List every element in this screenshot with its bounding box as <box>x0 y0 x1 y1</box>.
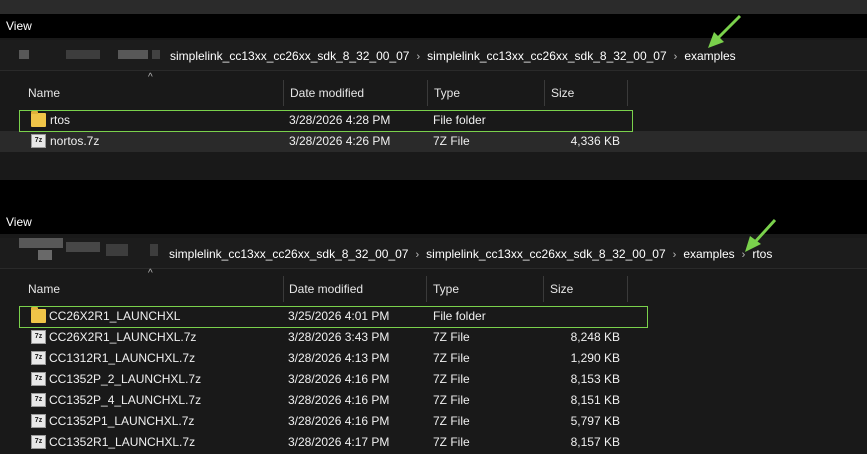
file-row[interactable]: 7z CC1352P1_LAUNCHXL.7z 3/28/2026 4:16 P… <box>0 411 867 432</box>
breadcrumb-item[interactable]: examples <box>683 247 734 261</box>
file-date: 3/25/2026 4:01 PM <box>288 309 390 323</box>
file-type: 7Z File <box>433 435 470 449</box>
file-row[interactable]: CC26X2R1_LAUNCHXL 3/25/2026 4:01 PM File… <box>0 306 867 327</box>
redacted-path <box>66 50 100 59</box>
file-size: 1,290 KB <box>570 351 620 365</box>
file-name: rtos <box>50 113 71 127</box>
redacted-path <box>152 50 160 59</box>
file-size <box>548 306 620 327</box>
redacted-path <box>106 244 128 256</box>
file-size: 4,336 KB <box>570 134 620 148</box>
file-date: 3/28/2026 4:28 PM <box>289 113 391 127</box>
file-row[interactable]: rtos 3/28/2026 4:28 PM File folder <box>0 110 867 131</box>
redacted-path <box>150 244 158 256</box>
column-header-date[interactable]: Date modified <box>284 80 428 106</box>
file-size: 5,797 KB <box>570 414 620 428</box>
file-name: CC26X2R1_LAUNCHXL.7z <box>49 330 197 344</box>
explorer-window-top: View simplelink_cc13xx_cc26xx_sdk_8_32_0… <box>0 0 867 180</box>
file-date: 3/28/2026 4:16 PM <box>288 393 390 407</box>
file-name: CC1312R1_LAUNCHXL.7z <box>49 351 196 365</box>
chevron-right-icon: › <box>673 51 678 63</box>
file-type: 7Z File <box>433 330 470 344</box>
file-name: CC1352R1_LAUNCHXL.7z <box>49 435 196 449</box>
address-bar[interactable]: simplelink_cc13xx_cc26xx_sdk_8_32_00_07 ›… <box>0 238 867 269</box>
file-size: 8,248 KB <box>570 330 620 344</box>
breadcrumb-item[interactable]: simplelink_cc13xx_cc26xx_sdk_8_32_00_07 <box>427 49 666 63</box>
breadcrumb-item[interactable]: simplelink_cc13xx_cc26xx_sdk_8_32_00_07 <box>426 247 665 261</box>
file-row[interactable]: 7z CC1352P_4_LAUNCHXL.7z 3/28/2026 4:16 … <box>0 390 867 411</box>
archive-file-icon: 7z <box>31 393 46 407</box>
file-size: 8,153 KB <box>570 372 620 386</box>
file-size <box>548 110 620 131</box>
archive-file-icon: 7z <box>31 372 46 386</box>
chevron-right-icon: › <box>415 249 420 261</box>
menu-bar: View <box>0 210 867 234</box>
column-header-size[interactable]: Size <box>545 80 628 106</box>
file-list: rtos 3/28/2026 4:28 PM File folder 7z no… <box>0 110 867 152</box>
separator <box>0 180 867 210</box>
arrow-annotation-icon <box>708 14 742 48</box>
file-type: 7Z File <box>433 372 470 386</box>
file-type: 7Z File <box>433 393 470 407</box>
file-size: 8,157 KB <box>570 435 620 449</box>
file-date: 3/28/2026 4:13 PM <box>288 351 390 365</box>
column-header: ^ Name Date modified Type Size <box>0 268 867 302</box>
redacted-path <box>66 242 100 252</box>
chevron-right-icon: › <box>672 249 677 261</box>
file-row[interactable]: 7z CC1312R1_LAUNCHXL.7z 3/28/2026 4:13 P… <box>0 348 867 369</box>
file-date: 3/28/2026 4:16 PM <box>288 414 390 428</box>
file-row[interactable]: 7z CC1352R1_LAUNCHXL.7z 3/28/2026 4:17 P… <box>0 432 867 453</box>
file-name: nortos.7z <box>50 134 100 148</box>
explorer-window-bottom: View simplelink_cc13xx_cc26xx_sdk_8_32_0… <box>0 210 867 454</box>
file-type: 7Z File <box>433 351 470 365</box>
archive-file-icon: 7z <box>31 414 46 428</box>
file-type: 7Z File <box>433 414 470 428</box>
column-header-date[interactable]: Date modified <box>283 276 427 302</box>
column-header-name[interactable]: Name <box>22 276 284 302</box>
file-type: 7Z File <box>433 134 470 148</box>
column-header-type[interactable]: Type <box>428 80 545 106</box>
file-type: File folder <box>433 309 486 323</box>
archive-file-icon: 7z <box>31 351 46 365</box>
column-header-size[interactable]: Size <box>544 276 628 302</box>
file-name: CC1352P_4_LAUNCHXL.7z <box>49 393 202 407</box>
file-row[interactable]: 7z nortos.7z 3/28/2026 4:26 PM 7Z File 4… <box>0 131 867 152</box>
archive-file-icon: 7z <box>31 134 46 148</box>
arrow-annotation-icon <box>745 218 777 252</box>
file-name: CC1352P_2_LAUNCHXL.7z <box>49 372 202 386</box>
file-date: 3/28/2026 4:16 PM <box>288 372 390 386</box>
file-date: 3/28/2026 4:26 PM <box>289 134 391 148</box>
column-header-name[interactable]: Name <box>22 80 284 106</box>
view-menu[interactable]: View <box>6 19 32 33</box>
file-name: CC26X2R1_LAUNCHXL <box>49 309 181 323</box>
redacted-path <box>118 50 148 59</box>
redacted-path <box>19 238 63 248</box>
chevron-right-icon: › <box>416 51 421 63</box>
file-row[interactable]: 7z CC1352P_2_LAUNCHXL.7z 3/28/2026 4:16 … <box>0 369 867 390</box>
folder-icon <box>31 307 46 323</box>
breadcrumb-item[interactable]: simplelink_cc13xx_cc26xx_sdk_8_32_00_07 <box>169 247 408 261</box>
file-list: CC26X2R1_LAUNCHXL 3/25/2026 4:01 PM File… <box>0 306 867 453</box>
archive-file-icon: 7z <box>31 435 46 449</box>
file-name: CC1352P1_LAUNCHXL.7z <box>49 414 195 428</box>
archive-file-icon: 7z <box>31 330 46 344</box>
breadcrumb: simplelink_cc13xx_cc26xx_sdk_8_32_00_07 ›… <box>170 49 736 63</box>
breadcrumb: simplelink_cc13xx_cc26xx_sdk_8_32_00_07 ›… <box>169 247 772 261</box>
file-type: File folder <box>433 113 486 127</box>
file-size: 8,151 KB <box>570 393 620 407</box>
file-date: 3/28/2026 4:17 PM <box>288 435 390 449</box>
column-header: ^ Name Date modified Type Size <box>0 72 867 106</box>
view-menu[interactable]: View <box>6 215 32 229</box>
column-header-type[interactable]: Type <box>427 276 544 302</box>
redacted-path <box>38 250 52 260</box>
folder-icon <box>31 111 46 127</box>
redacted-path <box>19 50 29 59</box>
file-row[interactable]: 7z CC26X2R1_LAUNCHXL.7z 3/28/2026 3:43 P… <box>0 327 867 348</box>
file-date: 3/28/2026 3:43 PM <box>288 330 390 344</box>
breadcrumb-item[interactable]: simplelink_cc13xx_cc26xx_sdk_8_32_00_07 <box>170 49 409 63</box>
